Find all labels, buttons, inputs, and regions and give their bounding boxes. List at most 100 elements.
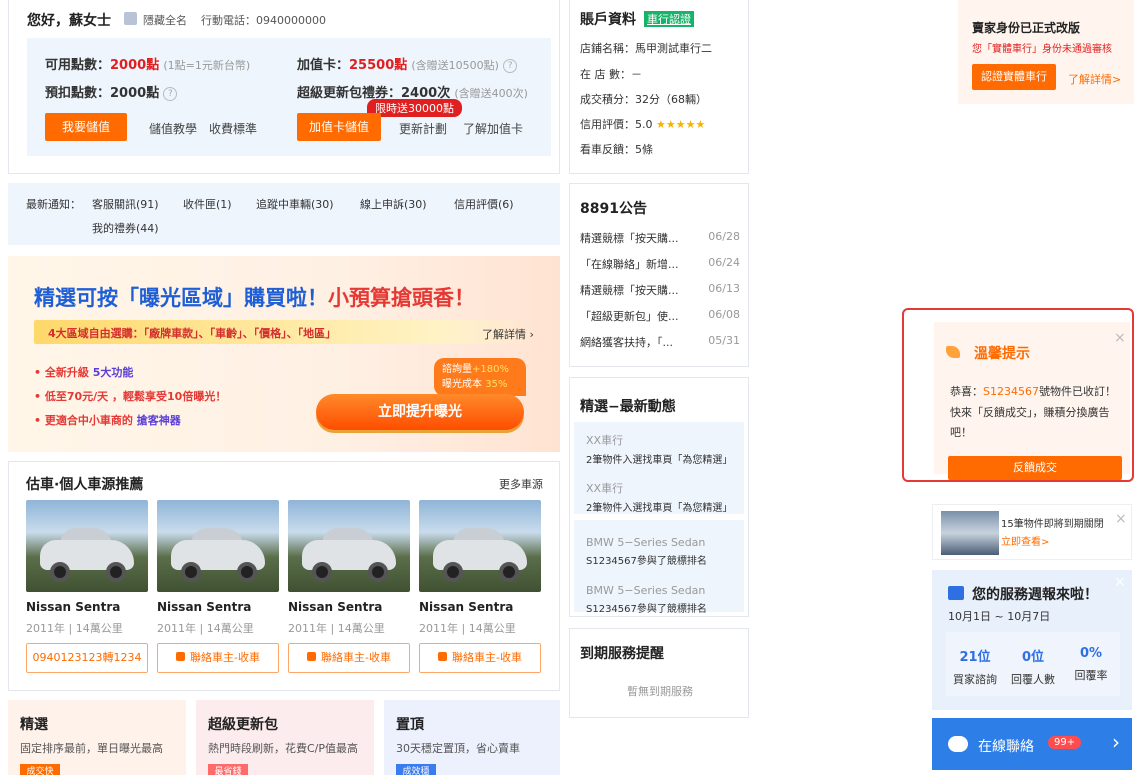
product-card-refresh[interactable]: 超級更新包 熱門時段刷新，花費C/P值最高 最省錢 [196, 700, 374, 775]
news-item[interactable]: XX車行 2筆物件入選找車頁「為您精選」 [586, 480, 746, 514]
contact-owner-button[interactable]: 聯絡車主-收車 [288, 643, 410, 673]
banner-more-link[interactable]: 了解詳情 › [482, 326, 534, 342]
member-card: 您好，蘇女士 隱藏全名 行動電話：0940000000 可用點數：2000點 (… [8, 0, 560, 174]
points-panel: 可用點數：2000點 (1點=1元新台幣) 預扣點數：2000點 ? 加值卡：2… [27, 38, 551, 156]
notice-credit[interactable]: 信用評價(6) [454, 196, 514, 212]
news-item[interactable]: BMW 5−Series Sedan S1234567參與了競標排名 [586, 584, 746, 615]
car-recommend-card: 估車·個人車源推薦 更多車源 Nissan Sentra 2011年 | 14萬… [8, 461, 560, 691]
product-name: 超級更新包 [208, 717, 278, 733]
close-icon[interactable]: × [1114, 330, 1126, 346]
store-card-note: (含贈送10500點) [411, 59, 499, 72]
close-icon[interactable]: × [1114, 574, 1126, 590]
announcement-text: 精選競標「按天購... [580, 284, 679, 297]
announcement-text: 「在線聯絡」新增... [580, 258, 679, 271]
contact-owner-button[interactable]: 聯絡車主-收車 [157, 643, 279, 673]
car-meta: 2011年 | 14萬公里 [26, 622, 123, 635]
account-title: 賬戶資料 [580, 12, 636, 28]
announcement-item[interactable]: 精選競標「按天購... 06/28 [580, 230, 740, 246]
verify-badge[interactable]: 車行認證 [644, 11, 694, 27]
car-name[interactable]: Nissan Sentra [26, 600, 120, 614]
product-card-top[interactable]: 置頂 30天穩定置頂，省心賣車 成效穩 [384, 700, 560, 775]
product-desc: 熱門時段刷新，花費C/P值最高 [208, 742, 359, 755]
car-name[interactable]: Nissan Sentra [419, 600, 513, 614]
notice-inbox[interactable]: 收件匣(1) [183, 196, 232, 212]
id-card-icon [124, 12, 137, 25]
contact-owner-label: 聯絡車主-收車 [321, 651, 391, 664]
expire-empty: 暫無到期服務 [627, 685, 693, 698]
weekly-title: 您的服務週報來啦！ [972, 587, 1098, 603]
refresh-plan-link[interactable]: 更新計劃 [399, 120, 447, 137]
report-icon [948, 586, 964, 600]
weekly-stat-label: 買家諮詢 [953, 673, 997, 686]
news-item[interactable]: XX車行 2筆物件入選找車頁「為您精選」 [586, 432, 746, 466]
weekly-stat-label: 回覆人數 [1011, 673, 1055, 686]
car-photo[interactable] [288, 500, 410, 592]
weekly-stat: 21位 買家諮詢 [946, 646, 1004, 687]
announcement-item[interactable]: 「超級更新包」使... 06/08 [580, 308, 740, 324]
news-source: XX車行 [586, 482, 624, 495]
online-chat-button[interactable]: 在線聯絡 99+ › [932, 718, 1132, 770]
announcement-title: 8891公告 [580, 201, 647, 217]
contact-owner-button[interactable]: 聯絡車主-收車 [419, 643, 541, 673]
car-thumbnail [941, 511, 999, 555]
stat-consult-label: 諮詢量 [442, 364, 472, 375]
seller-learn-more-link[interactable]: 了解詳情> [1068, 71, 1121, 87]
product-tag: 成效穩 [396, 764, 436, 775]
banner-bullet-3-highlight: 搶客神器 [136, 414, 181, 427]
expiring-link[interactable]: 立即查看> [1001, 533, 1049, 548]
contact-owner-button[interactable]: 0940123123轉1234 [26, 643, 148, 673]
news-card: 精選−最新動態 XX車行 2筆物件入選找車頁「為您精選」 XX車行 2筆物件入選找車頁… [569, 377, 749, 617]
hide-name-link[interactable]: 隱藏全名 [143, 12, 187, 28]
store-card-value: 25500點 [349, 58, 408, 73]
topup-button[interactable]: 我要儲值 [45, 113, 127, 141]
view-feedback: 看車反饋：5條 [580, 143, 653, 156]
car-photo[interactable] [157, 500, 279, 592]
car-meta: 2011年 | 14萬公里 [419, 622, 516, 635]
announcement-item[interactable]: 「在線聯絡」新增... 06/24 [580, 256, 740, 272]
prepaid-label: 預扣點數： [45, 86, 111, 101]
help-icon[interactable]: ? [163, 86, 178, 101]
announcement-card: 8891公告 精選競標「按天購... 06/28 「在線聯絡」新增... 06/24 精… [569, 183, 749, 367]
announcement-text: 「超級更新包」使... [580, 310, 679, 323]
product-tag: 最省錢 [208, 764, 248, 775]
promo-banner[interactable]: 精選可按「曝光區域」購買啦！小預算搶頭香！ 4大區域自由選購：「廠牌車款」、「車… [8, 256, 560, 452]
phone-icon [438, 652, 447, 661]
store-card-topup-button[interactable]: 加值卡儲值 [297, 113, 381, 141]
close-icon[interactable]: × [1115, 511, 1127, 527]
news-source: XX車行 [586, 434, 624, 447]
tip-item-id[interactable]: S1234567 [983, 385, 1039, 398]
topup-tutorial-link[interactable]: 儲值教學 [149, 120, 197, 137]
banner-bullet-1-highlight: 5大功能 [92, 366, 134, 379]
learn-card-link[interactable]: 了解加值卡 [463, 120, 523, 137]
chevron-right-icon[interactable]: › [1112, 730, 1120, 754]
notice-service[interactable]: 客服關訊(91) [92, 196, 159, 212]
news-source: BMW 5−Series Sedan [586, 584, 706, 597]
car-name[interactable]: Nissan Sentra [288, 600, 382, 614]
verify-store-button[interactable]: 認證實體車行 [972, 64, 1056, 90]
news-item[interactable]: BMW 5−Series Sedan S1234567參與了競標排名 [586, 536, 746, 567]
boost-exposure-button[interactable]: 立即提升曝光 [316, 394, 524, 430]
announcement-item[interactable]: 網絡獲客扶持，「... 05/31 [580, 334, 740, 350]
weekly-stat: 0% 回覆率 [1062, 646, 1120, 683]
product-card-featured[interactable]: 精選 固定排序最前，單日曝光最高 成交快 [8, 700, 186, 775]
announcement-item[interactable]: 精選競標「按天購... 06/13 [580, 282, 740, 298]
more-cars-link[interactable]: 更多車源 [499, 476, 543, 492]
car-photo[interactable] [26, 500, 148, 592]
notice-gift[interactable]: 我的禮券(44) [92, 220, 159, 236]
fee-standard-link[interactable]: 收費標準 [209, 120, 257, 137]
announcement-date: 06/28 [708, 230, 740, 243]
car-name[interactable]: Nissan Sentra [157, 600, 251, 614]
news-text: S1234567參與了競標排名 [586, 556, 707, 567]
notice-appeal[interactable]: 線上申訴(30) [360, 196, 427, 212]
weekly-stat-value: 0% [1079, 646, 1103, 661]
banner-title-highlight: 小預算搶頭香！ [328, 286, 475, 310]
tip-popup: 溫馨提示 × 恭喜：S1234567號物件已收訂！ 快來「反饋成交」，賺積分換廣… [902, 308, 1134, 482]
car-photo[interactable] [419, 500, 541, 592]
banner-subtitle: 4大區域自由選購：「廠牌車款」、「車齡」、「價格」、「地區」 [48, 327, 337, 340]
seller-title: 賣家身份已正式改版 [972, 21, 1081, 35]
help-icon[interactable]: ? [503, 58, 518, 73]
notice-tracking[interactable]: 追蹤中車輛(30) [256, 196, 334, 212]
feedback-deal-button[interactable]: 反饋成交 [948, 456, 1122, 480]
banner-title: 精選可按「曝光區域」購買啦！ [34, 286, 328, 310]
car-section-title: 估車·個人車源推薦 [26, 477, 144, 493]
